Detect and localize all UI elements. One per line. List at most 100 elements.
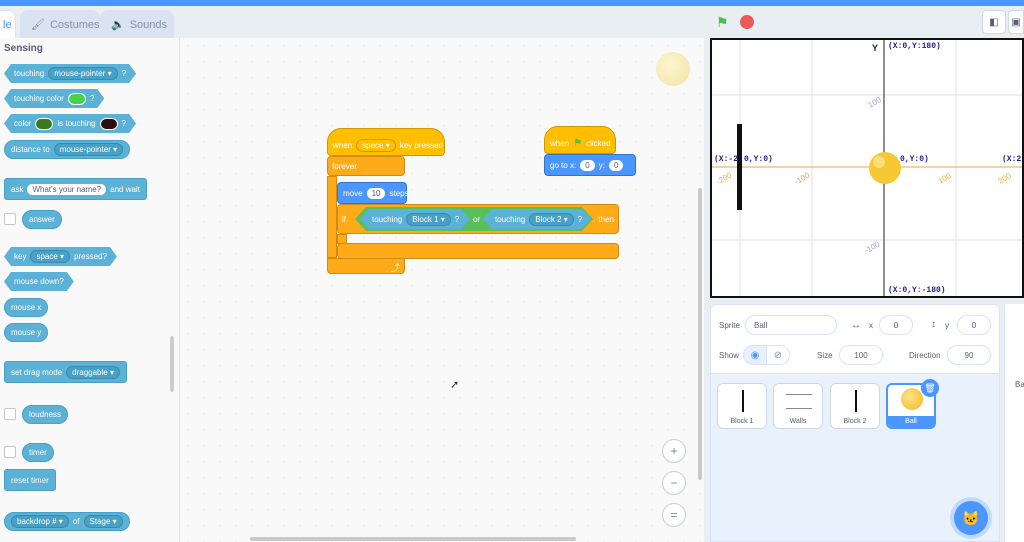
x-input[interactable]: 0 <box>580 159 595 171</box>
block-text: steps <box>389 188 409 198</box>
speaker-icon: 🔈 <box>111 19 125 31</box>
block-answer[interactable]: answer <box>22 210 62 229</box>
delete-sprite-button[interactable]: 🗑 <box>921 379 939 397</box>
block-touching-color[interactable]: touching color ? <box>4 89 104 108</box>
tab-sounds-label: Sounds <box>129 18 168 31</box>
sprite-tile-name: Walls <box>789 418 807 425</box>
steps-input[interactable]: 10 <box>366 187 386 199</box>
color-swatch[interactable] <box>68 93 86 105</box>
y-axis-label: Y <box>872 43 879 53</box>
touching-block-2[interactable]: touching Block 2 ▾ ? <box>483 209 591 229</box>
or-label: or <box>473 215 481 224</box>
sprite-tile-name: Block 1 <box>730 418 754 425</box>
x-position-input[interactable]: 0 <box>879 315 913 335</box>
show-visible-button[interactable]: ◉ <box>743 345 767 365</box>
drag-mode-dropdown[interactable]: draggable ▾ <box>66 365 120 379</box>
block-mouse-y[interactable]: mouse y <box>4 323 49 342</box>
tab-code[interactable]: le <box>0 10 16 38</box>
block-ask-and-wait[interactable]: ask What's your name? and wait <box>4 178 147 200</box>
block-mouse-down[interactable]: mouse down? <box>4 272 74 291</box>
block-loudness[interactable]: loudness <box>22 405 69 424</box>
add-sprite-button[interactable]: 🐱 <box>954 501 988 535</box>
color-swatch[interactable] <box>35 118 53 130</box>
size-input[interactable]: 100 <box>839 345 883 365</box>
touching-target-dropdown[interactable]: mouse-pointer ▾ <box>48 67 117 80</box>
x-arrows-icon: ↔ <box>851 320 861 331</box>
block-mouse-x[interactable]: mouse x <box>4 298 49 317</box>
small-stage-button[interactable]: ◧ <box>982 10 1006 34</box>
distance-target-dropdown[interactable]: mouse-pointer ▾ <box>53 143 124 156</box>
block-text: ? <box>577 214 583 224</box>
ask-question-input[interactable]: What's your name? <box>27 183 107 195</box>
stage-target-dropdown[interactable]: Stage ▾ <box>83 515 123 528</box>
direction-input[interactable]: 90 <box>947 345 991 365</box>
key-dropdown[interactable]: space ▾ <box>30 250 70 263</box>
y-input[interactable]: 0 <box>608 159 624 171</box>
block-key-pressed[interactable]: key space ▾ pressed? <box>4 247 117 266</box>
block-text: clicked <box>586 138 611 148</box>
show-label: Show <box>719 351 740 360</box>
backdrop-attribute-dropdown[interactable]: backdrop # ▾ <box>11 515 69 528</box>
answer-checkbox[interactable] <box>4 213 16 225</box>
go-to-xy-block[interactable]: go to x: 0 y: 0 <box>544 154 636 176</box>
color-swatch[interactable] <box>100 118 118 130</box>
y-position-input[interactable]: 0 <box>957 315 991 335</box>
stop-button[interactable] <box>740 15 754 29</box>
key-dropdown[interactable]: space ▾ <box>356 138 396 152</box>
sprite-tile-name: Block 2 <box>843 418 867 425</box>
block-touching[interactable]: touching mouse-pointer ▾ ? <box>4 64 136 83</box>
block-color-touching[interactable]: color is touching ? <box>4 114 136 133</box>
green-flag-button[interactable]: ⚑ <box>716 14 729 31</box>
tab-sounds[interactable]: 🔈 Sounds <box>100 10 174 38</box>
left-coord-label: (X:-2 <box>714 155 739 164</box>
stage-selector-label: Ba <box>1015 380 1024 389</box>
zoom-in-button[interactable]: + <box>662 439 686 463</box>
forever-block[interactable]: forever <box>327 156 405 176</box>
top-coord-label: (X:0,Y:180) <box>888 42 941 51</box>
x-label: x <box>869 321 873 330</box>
block-palette: Sensing touching mouse-pointer ▾ ? touch… <box>0 38 180 542</box>
when-key-pressed-hat[interactable]: when space ▾ key pressed <box>327 128 445 156</box>
block2-dropdown[interactable]: Block 2 ▾ <box>529 213 573 226</box>
sprite-name-input[interactable]: Ball <box>745 315 837 335</box>
palette-scrollbar[interactable] <box>170 336 174 392</box>
stage-canvas[interactable]: Y (X:0,Y:180) (X:0,Y:-180) (X:-2 0,Y:0) … <box>710 38 1024 298</box>
sprite-tile-ball[interactable]: Ball 🗑 <box>886 379 939 429</box>
sprite-tile-block-1[interactable]: Block 1 <box>717 383 767 429</box>
sprite-tile-walls[interactable]: Walls <box>773 383 823 429</box>
sprite-tile-block-2[interactable]: Block 2 <box>830 383 880 429</box>
large-stage-button[interactable]: ▣ <box>1008 10 1024 34</box>
block-text: mouse y <box>11 328 42 337</box>
block1-dropdown[interactable]: Block 1 ▾ <box>406 213 450 226</box>
workspace-horizontal-scrollbar[interactable] <box>250 537 576 541</box>
when-flag-clicked-hat[interactable]: when ⚑ clicked <box>544 126 616 154</box>
timer-checkbox[interactable] <box>4 446 16 458</box>
loudness-checkbox[interactable] <box>4 408 16 420</box>
block-text: forever <box>332 162 357 171</box>
block-distance-to[interactable]: distance to mouse-pointer ▾ <box>4 140 131 159</box>
y-position-value: 0 <box>971 320 977 330</box>
sprite-thumbnail <box>786 394 812 395</box>
block-text: ? <box>121 119 127 128</box>
stage-selector-panel[interactable]: Ba <box>1004 304 1024 542</box>
block-timer[interactable]: timer <box>22 443 54 462</box>
block-backdrop-of-stage[interactable]: backdrop # ▾ of Stage ▾ <box>4 512 130 531</box>
block-set-drag-mode[interactable]: set drag mode draggable ▾ <box>4 361 127 383</box>
move-steps-block[interactable]: move 10 steps <box>337 182 409 204</box>
workspace-vertical-scrollbar[interactable] <box>698 188 702 480</box>
if-end <box>337 243 619 259</box>
cat-plus-icon: 🐱 <box>962 509 980 526</box>
tab-costumes[interactable]: 🖌 Costumes <box>20 10 100 38</box>
sprite-info-panel: Sprite Ball ↔ x 0 ↕ y 0 Show ◉ ⊘ Size 10… <box>710 304 1000 374</box>
script-workspace[interactable]: when space ▾ key pressed forever ⤴ move … <box>180 38 704 542</box>
touching-block-1[interactable]: touching Block 1 ▾ ? <box>360 209 470 229</box>
block-text: ? <box>454 214 460 224</box>
block-text: timer <box>29 448 47 457</box>
block-text: key pressed <box>399 140 443 150</box>
forever-arm <box>327 176 337 258</box>
block-text: ? <box>89 94 95 103</box>
show-hidden-button[interactable]: ⊘ <box>766 345 790 365</box>
zoom-out-button[interactable]: − <box>662 471 686 495</box>
zoom-reset-button[interactable]: = <box>662 503 686 527</box>
block-reset-timer[interactable]: reset timer <box>4 469 56 491</box>
